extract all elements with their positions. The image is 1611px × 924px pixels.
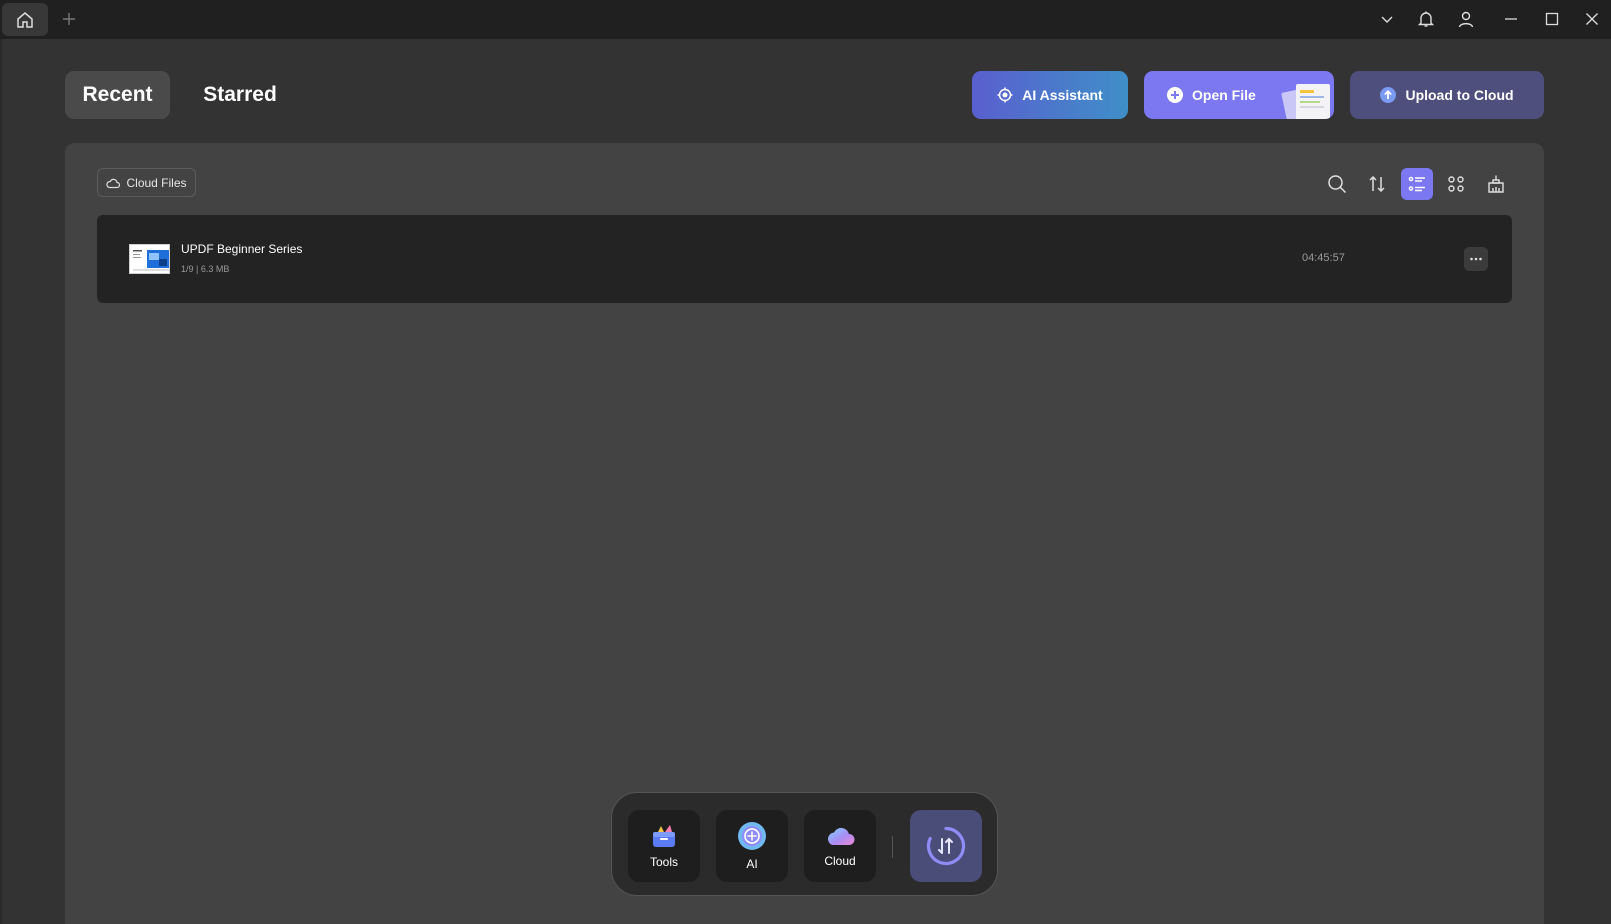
file-meta: 1/9 | 6.3 MB [181, 264, 230, 274]
open-file-label: Open File [1192, 87, 1256, 103]
cloud-files-label: Cloud Files [126, 175, 187, 190]
plus-circle-icon [1167, 87, 1183, 103]
minimize-icon [1505, 18, 1517, 20]
clear-icon [1488, 175, 1504, 193]
list-view-button[interactable] [1401, 168, 1433, 200]
more-icon [1470, 257, 1482, 261]
sort-button[interactable] [1361, 168, 1393, 200]
notifications-button[interactable] [1412, 6, 1440, 32]
more-options-button[interactable] [1464, 247, 1488, 271]
account-button[interactable] [1452, 6, 1480, 32]
clear-button[interactable] [1480, 168, 1512, 200]
documents-illustration-icon [1281, 84, 1330, 119]
new-tab-button[interactable] [58, 8, 80, 30]
file-name[interactable]: UPDF Beginner Series [181, 242, 302, 256]
convert-icon [926, 826, 966, 866]
cloud-icon [827, 827, 855, 845]
home-tab[interactable] [2, 3, 48, 36]
list-view-icon [1408, 176, 1425, 192]
dock-ai-button[interactable]: AI [716, 810, 788, 882]
maximize-icon [1545, 12, 1559, 26]
user-icon [1458, 11, 1474, 28]
dropdown-button[interactable] [1373, 6, 1401, 32]
ai-assistant-label: AI Assistant [1022, 87, 1103, 103]
dock-separator [892, 836, 893, 858]
file-timestamp: 04:45:57 [1302, 252, 1345, 264]
file-thumbnail [129, 244, 170, 274]
dock-convert-button[interactable] [910, 810, 982, 882]
ai-icon [738, 822, 766, 850]
tab-recent[interactable]: Recent [65, 71, 170, 119]
upload-to-cloud-button[interactable]: Upload to Cloud [1350, 71, 1544, 119]
open-file-button[interactable]: Open File [1144, 71, 1334, 119]
ai-assistant-button[interactable]: AI Assistant [972, 71, 1128, 119]
document-thumbnail-icon [130, 245, 169, 273]
minimize-button[interactable] [1497, 6, 1525, 32]
upload-icon [1380, 87, 1397, 103]
maximize-button[interactable] [1538, 6, 1566, 32]
file-row[interactable]: UPDF Beginner Series 1/9 | 6.3 MB 04:45:… [97, 215, 1512, 303]
cloud-files-filter[interactable]: Cloud Files [97, 168, 196, 197]
bell-icon [1417, 11, 1435, 27]
home-icon [17, 11, 33, 28]
close-button[interactable] [1578, 6, 1606, 32]
cloud-icon [106, 178, 121, 188]
tools-icon [653, 825, 675, 847]
search-icon [1328, 175, 1347, 194]
window-edge [0, 39, 2, 924]
dock-tools-label: Tools [649, 855, 678, 869]
dock-cloud-button[interactable]: Cloud [804, 810, 876, 882]
chevron-down-icon [1381, 16, 1393, 23]
bottom-dock: Tools AI Cloud [611, 792, 998, 896]
grid-view-icon [1448, 176, 1464, 192]
ai-assistant-icon [997, 87, 1013, 103]
dock-cloud-label: Cloud [824, 854, 856, 868]
dock-tools-button[interactable]: Tools [628, 810, 700, 882]
tab-starred[interactable]: Starred [190, 71, 290, 119]
sort-icon [1369, 175, 1385, 193]
plus-icon [63, 13, 75, 25]
dock-ai-label: AI [746, 857, 758, 871]
upload-label: Upload to Cloud [1405, 87, 1514, 103]
grid-view-button[interactable] [1440, 168, 1472, 200]
search-button[interactable] [1321, 168, 1353, 200]
title-bar [0, 0, 1611, 39]
close-icon [1586, 13, 1598, 25]
